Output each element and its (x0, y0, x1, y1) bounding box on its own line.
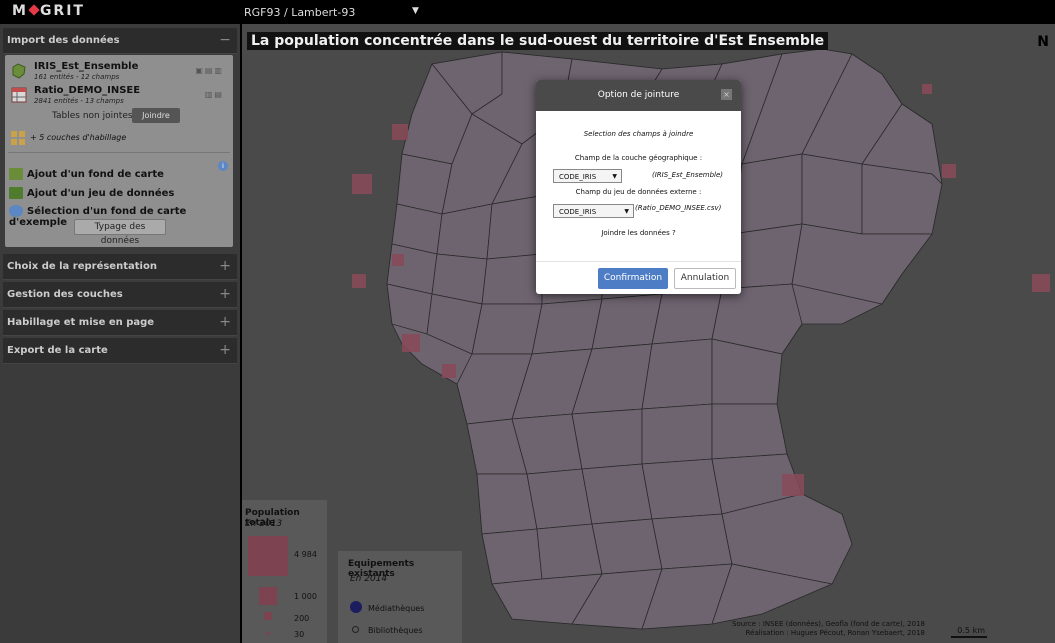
join-question: Joindre les données ? (601, 229, 676, 237)
expand-icon[interactable]: + (219, 258, 231, 274)
chevron-down-icon: ▼ (624, 208, 629, 215)
expand-icon[interactable]: + (219, 286, 231, 302)
ext-field-select[interactable]: CODE_IRIS ▼ (553, 204, 634, 218)
ext-dataset-name: (Ratio_DEMO_INSEE.csv) (635, 204, 722, 212)
layer-stats: 161 entités - 12 champs (34, 73, 120, 81)
panel-layout-header[interactable]: Habillage et mise en page + (3, 310, 237, 336)
panel-import-header[interactable]: Import des données − (3, 28, 237, 54)
collapse-icon[interactable]: − (219, 32, 231, 48)
divider (536, 261, 741, 262)
confirm-button[interactable]: Confirmation (598, 268, 668, 289)
add-basemap-button[interactable]: Ajout d'un fond de carte (9, 168, 164, 180)
geo-dataset-name: (IRIS_Est_Ensemble) (652, 171, 724, 179)
chevron-down-icon[interactable]: ▼ (412, 6, 419, 16)
projection-select[interactable]: RGF93 / Lambert-93 (244, 6, 355, 19)
close-icon[interactable]: × (721, 89, 732, 100)
chevron-down-icon: ▼ (612, 173, 617, 180)
legend-symbol (259, 587, 277, 605)
legend-subtitle: En 2014 (350, 574, 388, 584)
layer-actions-icons[interactable]: ▥▤ (205, 90, 224, 99)
dialog-instruction: Selection des champs à joindre (583, 130, 694, 138)
dialog-header: Option de jointure × (536, 80, 741, 111)
add-basemap-icon (9, 168, 23, 180)
top-bar: M GRIT RGF93 / Lambert-93 ▼ (0, 0, 1055, 24)
layer-name: IRIS_Est_Ensemble (34, 61, 139, 72)
legend-subtitle: En 2013 (245, 519, 283, 529)
cancel-button[interactable]: Annulation (674, 268, 736, 289)
unjoined-tables-label: Tables non jointes (52, 111, 133, 121)
grid-layer-icon (11, 131, 25, 145)
info-icon[interactable]: i (218, 161, 228, 171)
legend-population[interactable]: Population totale En 2013 4 984 1 000 20… (242, 500, 327, 643)
layer-item-ratio[interactable]: Ratio_DEMO_INSEE 2841 entités - 13 champ… (8, 85, 230, 109)
expand-icon[interactable]: + (219, 314, 231, 330)
dialog-title: Option de jointure (597, 90, 680, 100)
bibliotheque-symbol (352, 626, 359, 633)
cloud-icon (9, 205, 23, 217)
map-title[interactable]: La population concentrée dans le sud-oue… (247, 32, 829, 50)
join-button[interactable]: Joindre (132, 108, 180, 123)
join-options-dialog: Option de jointure × Selection des champ… (536, 80, 741, 294)
app-logo[interactable]: M GRIT (12, 3, 85, 19)
import-panel-body: IRIS_Est_Ensemble 161 entités - 12 champ… (5, 55, 233, 247)
scale-label[interactable]: 0.5 km (957, 626, 985, 635)
geo-field-label: Champ de la couche géographique : (574, 154, 703, 162)
legend-equipements[interactable]: Equipements existants En 2014 Médiathèqu… (338, 551, 462, 643)
source-text[interactable]: Source : INSEE (données), Geofla (fond d… (732, 620, 925, 638)
legend-symbol (264, 612, 272, 620)
layer-item-iris[interactable]: IRIS_Est_Ensemble 161 entités - 12 champ… (8, 61, 230, 85)
sidebar: Import des données − IRIS_Est_Ensemble 1… (0, 24, 240, 643)
expand-icon[interactable]: + (219, 342, 231, 358)
add-dataset-icon (9, 187, 23, 199)
polygon-layer-icon (12, 63, 26, 79)
legend-symbol (248, 536, 288, 576)
mediatheque-symbol (350, 601, 362, 613)
panel-export-header[interactable]: Export de la carte + (3, 338, 237, 364)
scale-bar[interactable] (951, 636, 987, 638)
add-dataset-button[interactable]: Ajout d'un jeu de données (9, 187, 174, 199)
north-arrow-icon[interactable]: N (1037, 34, 1049, 50)
table-layer-icon (11, 87, 27, 103)
layer-actions-icons[interactable]: ▣▤▥ (195, 66, 224, 75)
habillage-layers[interactable]: + 5 couches d'habillage (8, 129, 208, 147)
divider (8, 152, 230, 153)
panel-layers-header[interactable]: Gestion des couches + (3, 282, 237, 308)
data-typing-button[interactable]: Typage des données (74, 219, 166, 246)
logo-diamond-icon (28, 4, 40, 16)
ext-field-label: Champ du jeu de données externe : (575, 188, 702, 196)
layer-name: Ratio_DEMO_INSEE (34, 85, 141, 96)
geo-field-select[interactable]: CODE_IRIS ▼ (553, 169, 622, 183)
layer-stats: 2841 entités - 13 champs (34, 97, 124, 105)
panel-representation-header[interactable]: Choix de la représentation + (3, 254, 237, 280)
legend-symbol (267, 632, 270, 635)
